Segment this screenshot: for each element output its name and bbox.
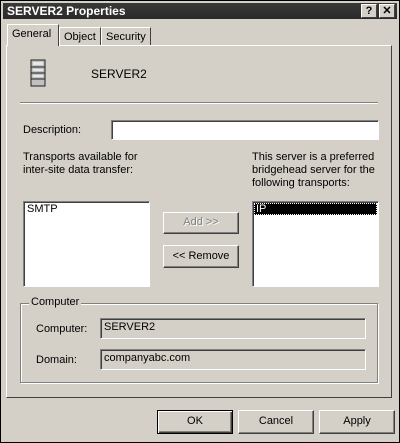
server-icon <box>29 59 47 87</box>
server-name: SERVER2 <box>91 67 147 81</box>
properties-dialog: SERVER2 Properties ? ✕ General Object Se… <box>0 0 400 443</box>
remove-button[interactable]: << Remove <box>163 245 239 268</box>
computer-label: Computer: <box>36 323 88 335</box>
domain-label: Domain: <box>36 354 77 366</box>
cancel-button[interactable]: Cancel <box>238 410 314 434</box>
tab-security-label: Security <box>106 31 146 43</box>
list-item[interactable]: SMTP <box>25 203 148 215</box>
preferred-label-line3: following transports: <box>252 177 350 189</box>
transports-available-label: Transports available for inter-site data… <box>23 151 138 177</box>
tab-security[interactable]: Security <box>101 27 151 46</box>
tab-general[interactable]: General <box>7 24 59 46</box>
tab-object[interactable]: Object <box>59 27 101 46</box>
ok-button[interactable]: OK <box>157 410 233 434</box>
description-input[interactable] <box>111 120 379 140</box>
transports-available-label-line1: Transports available for <box>23 151 138 163</box>
preferred-label-line1: This server is a preferred <box>252 151 375 163</box>
computer-group <box>20 303 378 383</box>
separator <box>20 102 378 104</box>
computer-field[interactable]: SERVER2 <box>100 318 366 339</box>
window-title: SERVER2 Properties <box>7 4 126 18</box>
preferred-label-line2: bridgehead server for the <box>252 164 375 176</box>
list-item[interactable]: IP <box>254 203 377 215</box>
transports-available-label-line2: inter-site data transfer: <box>23 164 134 176</box>
tab-object-label: Object <box>64 31 96 43</box>
add-button[interactable]: Add >> <box>163 212 239 234</box>
available-transports-list[interactable]: SMTP <box>23 201 150 287</box>
preferred-transports-list[interactable]: IP <box>252 201 379 287</box>
preferred-transports-label: This server is a preferred bridgehead se… <box>252 151 375 190</box>
computer-group-label: Computer <box>29 296 82 308</box>
apply-button[interactable]: Apply <box>319 410 395 434</box>
title-bar[interactable]: SERVER2 Properties ? ✕ <box>3 3 397 19</box>
help-button[interactable]: ? <box>361 4 377 18</box>
domain-field[interactable]: companyabc.com <box>100 349 366 370</box>
description-label: Description: <box>23 124 82 136</box>
tab-general-label: General <box>12 28 52 40</box>
close-button[interactable]: ✕ <box>379 4 395 18</box>
